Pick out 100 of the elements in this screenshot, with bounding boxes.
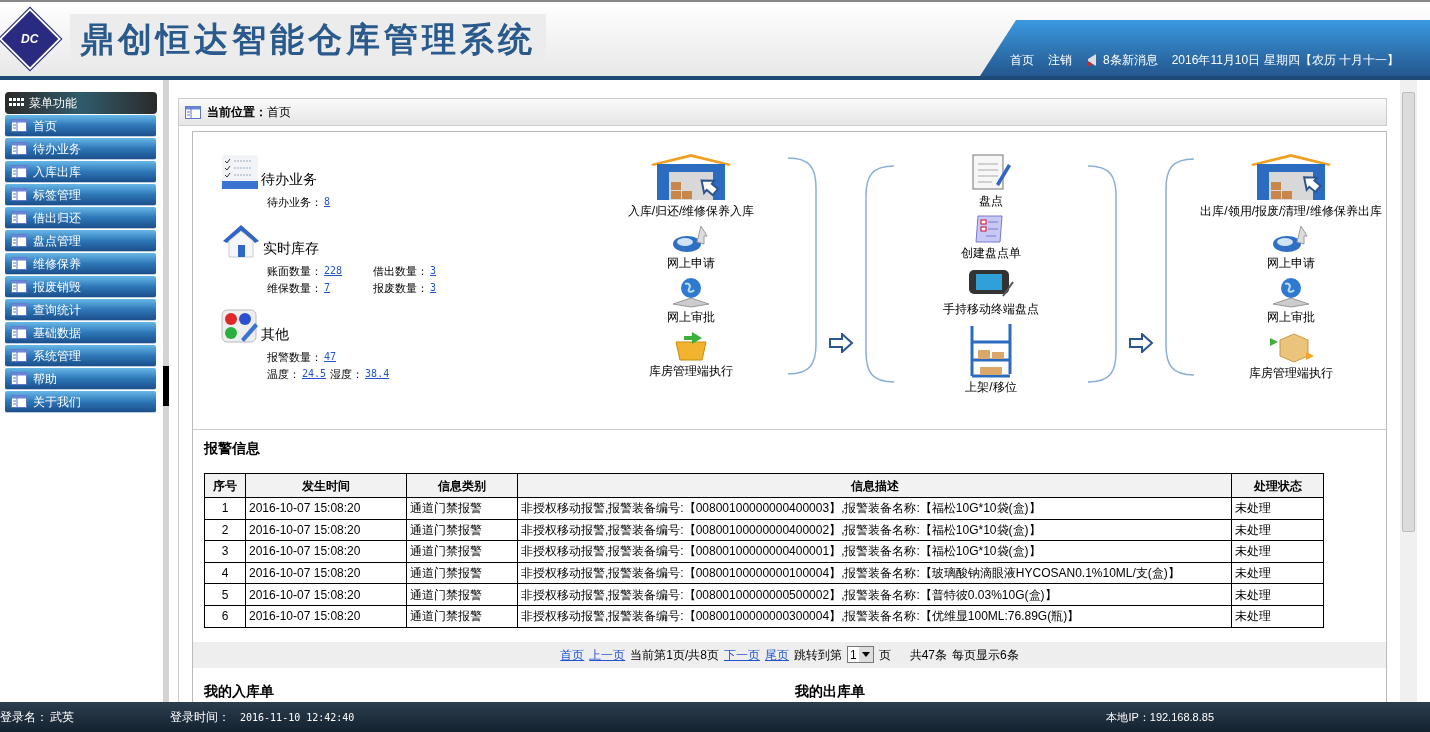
menu-item[interactable]: 查询统计 xyxy=(5,299,156,321)
field-label: 湿度： xyxy=(330,367,364,382)
header-link[interactable]: 注销 xyxy=(1048,51,1072,69)
field-value-link[interactable]: 3 xyxy=(430,280,437,297)
table-cell: 非授权移动报警,报警装备编号:【00800100000000100004】,报警装备名称:【玻璃酸钠滴眼液HYCOSAN0.1%10ML/支(盒)】 xyxy=(517,562,1232,584)
table-cell: 2016-10-07 15:08:20 xyxy=(245,540,407,563)
list-title: 我的出库单 xyxy=(795,681,866,701)
section-title: 其他 xyxy=(261,324,289,344)
messages-link[interactable]: 8条新消息 xyxy=(1103,51,1158,69)
menu-item[interactable]: 基础数据 xyxy=(5,322,156,344)
breadcrumb-text: 当前位置：首页 xyxy=(207,104,291,121)
last-page-link[interactable]: 尾页 xyxy=(764,645,789,664)
dropdown-icon xyxy=(858,647,873,663)
flow-step-label: 创建盘点单 xyxy=(961,245,1021,262)
field-value-link[interactable]: 24.5 xyxy=(302,366,327,383)
field-label: 报废数量： xyxy=(373,281,428,296)
globe-icon xyxy=(1271,276,1311,308)
column-header: 处理状态 xyxy=(1231,473,1324,498)
flow-step-label: 网上审批 xyxy=(667,309,715,326)
book-icon xyxy=(11,119,27,132)
mouse-icon xyxy=(671,224,711,254)
section-title: 实时库存 xyxy=(263,238,319,258)
table-cell: 通道门禁报警 xyxy=(406,519,518,541)
field-label: 报警数量： xyxy=(267,349,322,365)
field-value-link[interactable]: 7 xyxy=(324,280,331,297)
table-cell: 非授权移动报警,报警装备编号:【00800100000000400003】,报警装备名称:【福松10G*10袋(盒)】 xyxy=(517,497,1232,520)
checklist-icon xyxy=(221,154,259,190)
book-icon xyxy=(11,372,27,385)
table-cell: 通道门禁报警 xyxy=(406,497,518,520)
list-title: 我的入库单 xyxy=(204,681,275,701)
table-cell: 2016-10-07 15:08:20 xyxy=(245,519,407,541)
table-cell: 2016-10-07 15:08:20 xyxy=(245,583,407,606)
warehouse-icon xyxy=(1249,152,1333,202)
table-cell: 3 xyxy=(204,540,246,563)
column-header: 序号 xyxy=(204,473,246,498)
book-icon xyxy=(11,349,27,362)
field-value-link[interactable]: 3 xyxy=(430,262,437,279)
splitter-bar[interactable] xyxy=(163,80,169,702)
field-label: 待办业务： xyxy=(267,195,322,210)
menu-item[interactable]: 系统管理 xyxy=(5,345,156,367)
table-cell: 1 xyxy=(204,497,246,520)
book-icon xyxy=(11,188,27,201)
local-ip: 本地IP：192.168.8.85 xyxy=(1106,709,1214,725)
box-icon xyxy=(1268,330,1314,364)
column-header: 信息描述 xyxy=(517,473,1232,498)
logo: DC xyxy=(0,7,62,71)
flow-step-label: 盘点 xyxy=(979,193,1003,210)
flow-step-label: 上架/移位 xyxy=(965,379,1017,396)
menu-item[interactable]: 关于我们 xyxy=(5,391,156,413)
field-value-link[interactable]: 228 xyxy=(324,262,343,279)
field-value-link[interactable]: 8 xyxy=(324,194,331,211)
mouse-icon xyxy=(1271,224,1311,254)
scrollbar[interactable] xyxy=(1400,80,1417,702)
table-cell: 通道门禁报警 xyxy=(406,562,518,584)
menu-item[interactable]: 首页 xyxy=(5,115,156,137)
alarm-title: 报警信息 xyxy=(204,439,261,458)
menu-item[interactable]: 维修保养 xyxy=(5,253,156,275)
basket-icon xyxy=(672,330,710,362)
field-value-link[interactable]: 47 xyxy=(324,348,337,365)
book-icon xyxy=(11,211,27,224)
prev-page-link[interactable]: 上一页 xyxy=(589,645,626,664)
menu-item[interactable]: 盘点管理 xyxy=(5,230,156,252)
grid-icon xyxy=(9,98,25,108)
table-cell: 通道门禁报警 xyxy=(406,605,518,628)
table-cell: 非授权移动报警,报警装备编号:【00800100000000400002】,报警装备名称:【福松10G*10袋(盒)】 xyxy=(517,519,1232,541)
menu-item[interactable]: 标签管理 xyxy=(5,184,156,206)
section-title: 待办业务 xyxy=(261,170,317,189)
book-icon xyxy=(11,234,27,247)
field-value-link[interactable]: 38.4 xyxy=(365,366,390,383)
next-page-link[interactable]: 下一页 xyxy=(723,645,760,664)
book-icon xyxy=(11,395,27,408)
table-cell: 未处理 xyxy=(1231,583,1324,606)
collapse-handle[interactable] xyxy=(163,366,169,406)
book-icon xyxy=(11,165,27,178)
page-info: 当前第1页/共8页 xyxy=(630,646,719,664)
menu-item[interactable]: 报废销毁 xyxy=(5,276,156,298)
shelf-icon xyxy=(968,322,1014,378)
table-cell: 非授权移动报警,报警装备编号:【00800100000000300004】,报警装备名称:【优维显100ML:76.89G(瓶)】 xyxy=(517,605,1232,628)
header-link[interactable]: 首页 xyxy=(1010,51,1034,69)
notepad-icon xyxy=(970,152,1012,192)
total-count: 共47条 xyxy=(909,646,947,664)
house-icon xyxy=(221,222,261,259)
table-cell: 未处理 xyxy=(1231,519,1324,541)
page-select[interactable]: 1 xyxy=(846,646,874,664)
table-cell: 通道门禁报警 xyxy=(406,540,518,563)
menu-item[interactable]: 待办业务 xyxy=(5,138,156,160)
flow-step-label: 库房管理端执行 xyxy=(1249,365,1333,382)
table-cell: 非授权移动报警,报警装备编号:【00800100000000400001】,报警装备名称:【福松10G*10袋(盒)】 xyxy=(517,540,1232,563)
menu-item[interactable]: 入库出库 xyxy=(5,161,156,183)
book-icon xyxy=(11,303,27,316)
table-cell: 5 xyxy=(204,583,246,606)
field-label: 温度： xyxy=(267,367,300,382)
first-page-link[interactable]: 首页 xyxy=(560,645,585,664)
menu-item[interactable]: 帮助 xyxy=(5,368,156,390)
book-icon xyxy=(11,257,27,270)
table-cell: 2016-10-07 15:08:20 xyxy=(245,562,407,584)
warehouse-icon xyxy=(649,152,733,202)
table-cell: 未处理 xyxy=(1231,497,1324,520)
flow-step-label: 出库/领用/报废/清理/维修保养出库 xyxy=(1200,203,1382,220)
menu-item[interactable]: 借出归还 xyxy=(5,207,156,229)
